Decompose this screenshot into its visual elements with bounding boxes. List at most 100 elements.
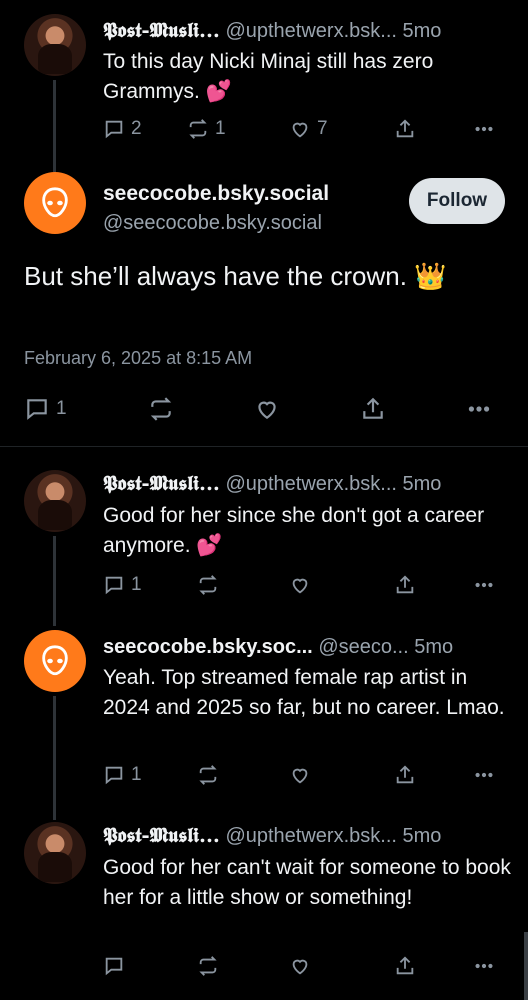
main-post[interactable]: seecocobe.bsky.social @seecocobe.bsky.so… bbox=[0, 158, 528, 446]
share-icon bbox=[363, 397, 383, 419]
heart-icon bbox=[258, 401, 276, 419]
author-handle[interactable]: @seecocobe.bsky.social bbox=[103, 212, 322, 235]
post-actions: 2 1 7 bbox=[103, 118, 503, 146]
ellipsis-icon bbox=[468, 406, 490, 412]
share-button[interactable] bbox=[394, 118, 416, 140]
reply-button[interactable]: 1 bbox=[24, 396, 67, 422]
repost-button[interactable] bbox=[148, 396, 174, 422]
more-button[interactable] bbox=[473, 574, 495, 596]
author-name[interactable]: 𝕻𝖔𝖘𝖙-𝕸𝖚𝖘𝖑𝖎... bbox=[103, 471, 220, 495]
reply-count: 2 bbox=[131, 118, 142, 139]
user-avatar[interactable] bbox=[24, 630, 86, 692]
like-button[interactable] bbox=[289, 955, 311, 977]
ellipsis-icon bbox=[475, 126, 493, 132]
reply-button[interactable]: 1 bbox=[103, 764, 142, 786]
heart-icon bbox=[292, 122, 308, 138]
reply-count: 1 bbox=[56, 398, 67, 419]
scrollbar[interactable] bbox=[524, 932, 528, 1000]
reply-button[interactable]: 2 bbox=[103, 118, 142, 140]
alien-face-icon bbox=[42, 645, 68, 676]
author-name[interactable]: 𝕻𝖔𝖘𝖙-𝕸𝖚𝖘𝖑𝖎... bbox=[103, 823, 220, 847]
like-button[interactable] bbox=[289, 574, 311, 596]
reply-button[interactable]: 1 bbox=[103, 574, 142, 596]
post-actions: 1 bbox=[24, 396, 504, 426]
reply-post[interactable]: seecocobe.bsky.soc... @seeco... 5mo Yeah… bbox=[0, 630, 528, 820]
repost-arrows-icon bbox=[150, 397, 172, 421]
follow-button[interactable]: Follow bbox=[409, 178, 505, 224]
thread-line bbox=[53, 696, 56, 820]
share-button[interactable] bbox=[394, 574, 416, 596]
post-header: 𝕻𝖔𝖘𝖙-𝕸𝖚𝖘𝖑𝖎... @upthetwerx.bsk... 5mo bbox=[103, 469, 441, 498]
post-time[interactable]: 5mo bbox=[403, 825, 442, 847]
author-handle[interactable]: @upthetwerx.bsk... bbox=[225, 825, 396, 847]
user-avatar[interactable] bbox=[24, 470, 86, 532]
user-avatar[interactable] bbox=[24, 822, 86, 884]
author-name[interactable]: 𝕻𝖔𝖘𝖙-𝕸𝖚𝖘𝖑𝖎... bbox=[103, 18, 220, 42]
post-actions bbox=[103, 955, 503, 983]
heart-icon bbox=[292, 578, 308, 594]
ellipsis-icon bbox=[475, 963, 493, 969]
post-text: To this day Nicki Minaj still has zero G… bbox=[103, 50, 434, 103]
like-button[interactable]: 7 bbox=[289, 118, 328, 140]
post-actions: 1 bbox=[103, 764, 503, 792]
post-actions: 1 bbox=[103, 574, 503, 602]
reply-count: 1 bbox=[131, 574, 142, 595]
section-divider bbox=[0, 446, 528, 447]
author-name[interactable]: seecocobe.bsky.soc... bbox=[103, 636, 313, 658]
speech-bubble-icon bbox=[27, 399, 47, 420]
repost-button[interactable]: 1 bbox=[187, 118, 226, 140]
post-header: 𝕻𝖔𝖘𝖙-𝕸𝖚𝖘𝖑𝖎... @upthetwerx.bsk... 5mo bbox=[103, 16, 441, 45]
share-button[interactable] bbox=[394, 764, 416, 786]
share-icon bbox=[396, 575, 414, 594]
post-header: 𝕻𝖔𝖘𝖙-𝕸𝖚𝖘𝖑𝖎... @upthetwerx.bsk... 5mo bbox=[103, 821, 441, 850]
repost-button[interactable] bbox=[197, 764, 219, 786]
heart-icon bbox=[292, 768, 308, 784]
more-button[interactable] bbox=[473, 955, 495, 977]
post-time[interactable]: 5mo bbox=[403, 473, 442, 495]
more-button[interactable] bbox=[473, 118, 495, 140]
alien-face-icon bbox=[42, 187, 68, 218]
more-button[interactable] bbox=[473, 764, 495, 786]
speech-bubble-icon bbox=[105, 576, 123, 595]
more-button[interactable] bbox=[466, 396, 492, 422]
like-button[interactable] bbox=[289, 764, 311, 786]
repost-button[interactable] bbox=[197, 955, 219, 977]
author-name[interactable]: seecocobe.bsky.social bbox=[103, 182, 329, 206]
repost-button[interactable] bbox=[197, 574, 219, 596]
ellipsis-icon bbox=[475, 582, 493, 588]
post-text: Good for her since she don't got a caree… bbox=[103, 504, 485, 557]
speech-bubble-icon bbox=[105, 120, 123, 139]
post-text: But she’ll always have the crown. 👑 bbox=[24, 261, 447, 291]
repost-arrows-icon bbox=[199, 765, 217, 785]
like-count: 7 bbox=[317, 118, 328, 139]
post-text: Yeah. Top streamed female rap artist in … bbox=[103, 666, 505, 719]
author-handle[interactable]: @upthetwerx.bsk... bbox=[225, 473, 396, 495]
repost-arrows-icon bbox=[189, 119, 207, 139]
user-avatar[interactable] bbox=[24, 14, 86, 76]
thread-line bbox=[53, 536, 56, 626]
repost-count: 1 bbox=[215, 118, 226, 139]
like-button[interactable] bbox=[254, 396, 280, 422]
reply-button[interactable] bbox=[103, 955, 125, 977]
author-handle[interactable]: @upthetwerx.bsk... bbox=[225, 20, 396, 42]
user-avatar[interactable] bbox=[24, 172, 86, 234]
heart-icon bbox=[292, 959, 308, 975]
ellipsis-icon bbox=[475, 772, 493, 778]
post-date: February 6, 2025 at 8:15 AM bbox=[24, 348, 253, 368]
parent-post[interactable]: 𝕻𝖔𝖘𝖙-𝕸𝖚𝖘𝖑𝖎... @upthetwerx.bsk... 5mo To … bbox=[0, 0, 528, 172]
reply-post[interactable]: 𝕻𝖔𝖘𝖙-𝕸𝖚𝖘𝖑𝖎... @upthetwerx.bsk... 5mo Goo… bbox=[0, 820, 528, 1000]
post-header: seecocobe.bsky.soc... @seeco... 5mo bbox=[103, 633, 453, 661]
repost-arrows-icon bbox=[199, 575, 217, 595]
share-icon bbox=[396, 765, 414, 784]
post-text: Good for her can't wait for someone to b… bbox=[103, 856, 511, 909]
speech-bubble-icon bbox=[105, 957, 123, 976]
share-button[interactable] bbox=[394, 955, 416, 977]
reply-post[interactable]: 𝕻𝖔𝖘𝖙-𝕸𝖚𝖘𝖑𝖎... @upthetwerx.bsk... 5mo Goo… bbox=[0, 466, 528, 626]
post-time[interactable]: 5mo bbox=[403, 20, 442, 42]
author-handle[interactable]: @seeco... bbox=[318, 636, 408, 658]
repost-arrows-icon bbox=[199, 956, 217, 976]
speech-bubble-icon bbox=[105, 766, 123, 785]
post-time[interactable]: 5mo bbox=[414, 636, 453, 658]
share-icon bbox=[396, 956, 414, 975]
share-button[interactable] bbox=[360, 396, 386, 422]
